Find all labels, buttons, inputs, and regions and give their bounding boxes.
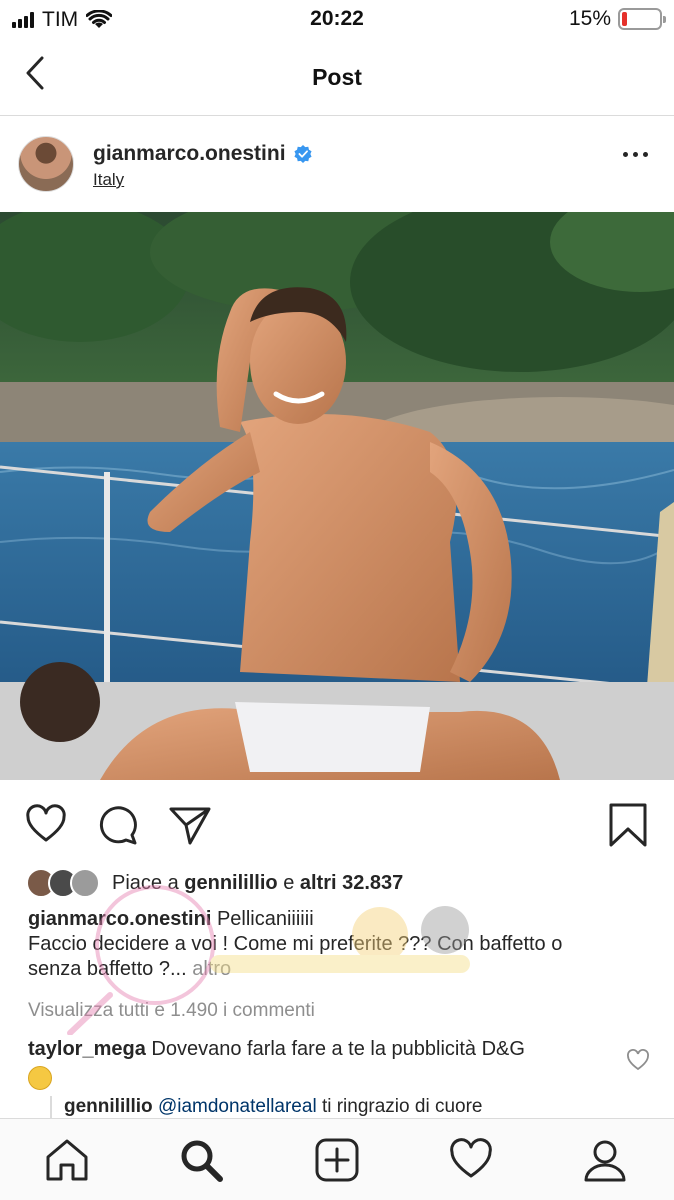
comment-reply: gennilillio @iamdonatellareal ti ringraz… xyxy=(50,1096,630,1118)
avatar[interactable] xyxy=(18,136,74,192)
search-icon xyxy=(181,1140,223,1182)
likes-prefix: Piace a xyxy=(112,871,179,894)
comment-icon xyxy=(99,806,137,845)
tab-search[interactable] xyxy=(178,1137,224,1183)
caption-username[interactable]: gianmarco.onestini xyxy=(28,908,211,930)
caption-line-2: Faccio decidere a voi ! Come mi preferit… xyxy=(28,933,563,955)
caption-more-link[interactable]: altro xyxy=(192,958,231,980)
reply-mention[interactable]: @iamdonatellareal xyxy=(158,1096,317,1117)
post-header: gianmarco.onestini Italy xyxy=(0,128,674,200)
page-title: Post xyxy=(312,64,362,90)
likes-count[interactable]: altri 32.837 xyxy=(300,872,403,894)
comment-username[interactable]: taylor_mega xyxy=(28,1038,146,1060)
send-icon xyxy=(169,807,211,845)
rolling-on-floor-laughing-emoji-icon xyxy=(28,1066,52,1090)
verified-badge-icon xyxy=(293,145,312,163)
reply-text: ti ringrazio di cuore xyxy=(321,1096,483,1117)
comment: taylor_mega Dovevano farla fare a te la … xyxy=(28,1036,608,1090)
tab-new-post[interactable] xyxy=(314,1137,360,1183)
profile-icon xyxy=(584,1140,626,1182)
reply-username[interactable]: gennilillio xyxy=(64,1096,153,1117)
comment-like-button[interactable] xyxy=(626,1049,650,1071)
battery-percent: 15% xyxy=(568,7,611,30)
likes-row[interactable]: Piace a gennilillio e altri 32.837 xyxy=(26,866,403,900)
dot xyxy=(643,152,648,157)
bottom-tab-bar xyxy=(0,1118,674,1200)
post-actions xyxy=(0,795,674,855)
battery-level xyxy=(622,12,627,26)
username-label: gianmarco.onestini xyxy=(93,142,286,165)
location-link[interactable]: Italy xyxy=(93,170,124,190)
comment-button[interactable] xyxy=(96,803,140,847)
battery-icon xyxy=(618,8,666,30)
home-icon xyxy=(46,1139,88,1181)
bookmark-icon xyxy=(609,803,647,847)
liked-by-username[interactable]: gennilillio xyxy=(184,872,277,894)
post-caption: gianmarco.onestini Pellicaniiiiii Faccio… xyxy=(28,907,648,982)
comment-text: Dovevano farla fare a te la pubblicità D… xyxy=(151,1038,525,1060)
caption-line-1: Pellicaniiiiii xyxy=(216,908,314,930)
liker-avatar xyxy=(70,868,100,898)
dot xyxy=(633,152,638,157)
tab-home[interactable] xyxy=(44,1137,90,1183)
more-options-button[interactable] xyxy=(623,152,648,157)
share-button[interactable] xyxy=(168,803,212,847)
heart-icon xyxy=(627,1049,649,1071)
heart-icon xyxy=(450,1138,492,1178)
post-author[interactable]: gianmarco.onestini xyxy=(93,142,312,166)
tab-profile[interactable] xyxy=(582,1137,628,1183)
add-post-icon xyxy=(315,1138,359,1182)
tab-activity[interactable] xyxy=(448,1137,494,1183)
likes-connector: e xyxy=(283,871,295,894)
heart-icon xyxy=(26,804,66,842)
post-photo[interactable] xyxy=(0,212,674,780)
caption-line-3: senza baffetto ?... xyxy=(28,958,187,980)
post-photo-illustration xyxy=(0,212,674,780)
like-button[interactable] xyxy=(24,803,68,847)
nav-header: Post xyxy=(0,38,674,116)
likes-summary: Piace a gennilillio e altri 32.837 xyxy=(112,872,403,895)
save-button[interactable] xyxy=(606,803,650,847)
status-bar: TIM 20:22 15% xyxy=(0,0,674,38)
view-all-comments-link[interactable]: Visualizza tutti e 1.490 i commenti xyxy=(28,1000,315,1022)
dot xyxy=(623,152,628,157)
